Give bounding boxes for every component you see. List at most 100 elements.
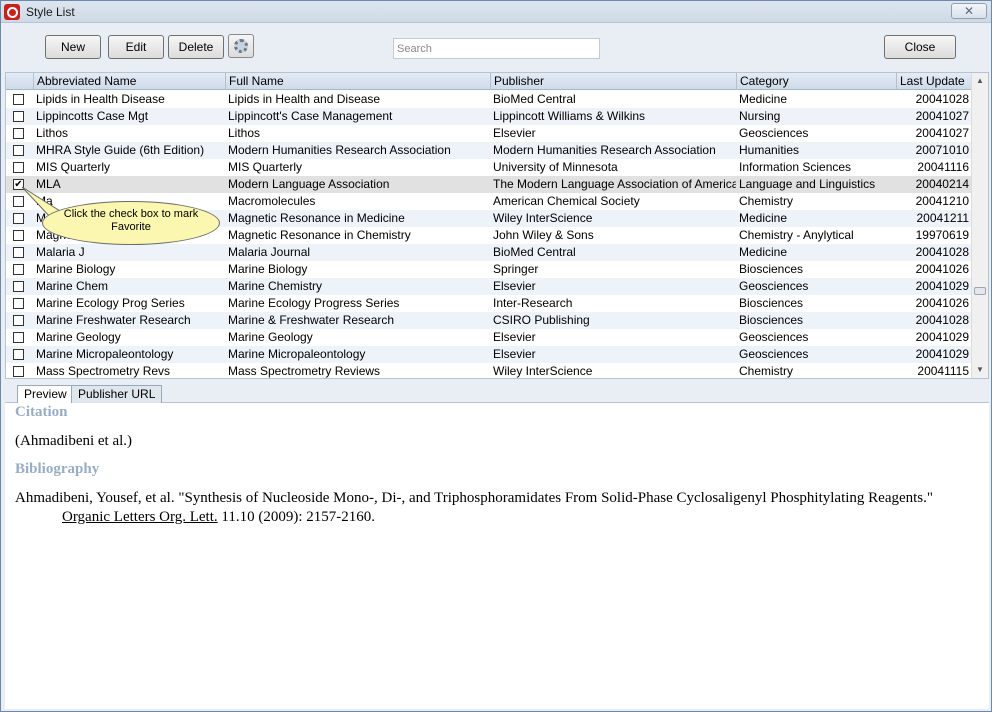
cell-category: Chemistry [739, 364, 794, 378]
favorite-checkbox[interactable] [13, 332, 24, 343]
citation-text: (Ahmadibeni et al.) [15, 433, 133, 449]
cell-full-name: Marine Biology [228, 262, 308, 276]
table-row[interactable]: Marine Chem Marine Chemistry Elsevier Geosc… [6, 278, 972, 295]
table-row[interactable]: Marine Freshwater Research Marine & Fresh… [6, 312, 972, 329]
window-close-button[interactable]: ✕ [951, 3, 987, 19]
cell-category: Biosciences [739, 262, 804, 276]
cell-category: Medicine [739, 245, 788, 259]
header-checkbox-column[interactable] [6, 73, 33, 90]
favorite-checkbox[interactable] [13, 298, 24, 309]
cell-full-name: Modern Humanities Research Association [228, 143, 451, 157]
citation-heading: Citation [15, 404, 68, 420]
bibliography-heading: Bibliography [15, 461, 100, 477]
cell-last-update: 20041026 [915, 296, 969, 310]
cell-category: Nursing [739, 109, 781, 123]
cell-publisher: Elsevier [493, 126, 536, 140]
cell-full-name: Marine Geology [228, 330, 313, 344]
preview-pane: Citation (Ahmadibeni et al.) Bibliograph… [5, 403, 989, 709]
cell-full-name: Magnetic Resonance in Medicine [228, 211, 405, 225]
cell-publisher: American Chemical Society [493, 194, 640, 208]
cell-abbreviated-name: Lippincotts Case Mgt [36, 109, 149, 123]
cell-category: Humanities [739, 143, 800, 157]
scroll-down-icon[interactable]: ▼ [972, 362, 988, 378]
cell-last-update: 20041029 [915, 330, 969, 344]
favorite-checkbox[interactable] [13, 162, 24, 173]
favorite-checkbox[interactable] [13, 264, 24, 275]
cell-last-update: 20040214 [915, 177, 969, 191]
cell-last-update: 20041026 [915, 262, 969, 276]
header-full-name[interactable]: Full Name [225, 73, 490, 90]
cell-last-update: 20041211 [916, 211, 970, 225]
delete-button[interactable]: Delete [168, 35, 224, 59]
favorite-checkbox[interactable] [13, 349, 24, 360]
favorite-tooltip: Click the check box to mark Favorite [42, 201, 220, 245]
table-row[interactable]: ✔ MLA Modern Language Association The Moder… [6, 176, 972, 193]
cell-publisher: University of Minnesota [493, 160, 618, 174]
app-logo-icon [4, 4, 20, 20]
bib-text-end: 11.10 (2009): 2157-2160. [217, 509, 376, 525]
favorite-checkbox[interactable] [13, 94, 24, 105]
favorite-checkbox[interactable] [13, 366, 24, 377]
cell-last-update: 20071010 [915, 143, 969, 157]
table-row[interactable]: Marine Ecology Prog Series Marine Ecology… [6, 295, 972, 312]
table-row[interactable]: Mass Spectrometry Revs Mass Spectrometry … [6, 363, 972, 378]
table-row[interactable]: MIS Quarterly MIS Quarterly University of … [6, 159, 972, 176]
edit-button[interactable]: Edit [108, 35, 164, 59]
close-button[interactable]: Close [884, 35, 956, 59]
cell-abbreviated-name: Marine Ecology Prog Series [36, 296, 185, 310]
cell-publisher: CSIRO Publishing [493, 313, 590, 327]
cell-last-update: 20041116 [917, 160, 969, 174]
table-row[interactable]: MHRA Style Guide (6th Edition) Modern Hum… [6, 142, 972, 159]
table-row[interactable]: Marine Micropaleontology Marine Micropale… [6, 346, 972, 363]
settings-button[interactable] [228, 34, 254, 58]
title-bar[interactable]: Style List ✕ [1, 1, 991, 23]
bib-text-main: Ahmadibeni, Yousef, et al. "Synthesis of… [15, 490, 934, 506]
header-publisher[interactable]: Publisher [490, 73, 736, 90]
style-list-window: Style List ✕ New Edit Delete Close Abbre… [0, 0, 992, 712]
new-button[interactable]: New [45, 35, 101, 59]
style-table: Abbreviated Name Full Name Publisher Cat… [5, 72, 989, 379]
tab-preview[interactable]: Preview [17, 385, 74, 404]
favorite-checkbox[interactable] [13, 281, 24, 292]
table-row[interactable]: Lipids in Health Disease Lipids in Health… [6, 91, 972, 108]
cell-full-name: Marine & Freshwater Research [228, 313, 395, 327]
cell-full-name: Marine Ecology Progress Series [228, 296, 400, 310]
favorite-checkbox[interactable] [13, 247, 24, 258]
cell-publisher: Lippincott Williams & Wilkins [493, 109, 646, 123]
favorite-checkbox[interactable] [13, 111, 24, 122]
cell-full-name: MIS Quarterly [228, 160, 303, 174]
cell-abbreviated-name: Malaria J [36, 245, 85, 259]
scroll-up-icon[interactable]: ▲ [972, 73, 988, 89]
cell-category: Geosciences [739, 330, 809, 344]
header-abbreviated-name[interactable]: Abbreviated Name [33, 73, 225, 90]
cell-category: Geosciences [739, 126, 809, 140]
tab-publisher-url[interactable]: Publisher URL [71, 385, 163, 403]
cell-abbreviated-name: Marine Geology [36, 330, 121, 344]
table-row[interactable]: Marine Biology Marine Biology Springer Bios… [6, 261, 972, 278]
cell-last-update: 20041027 [915, 126, 969, 140]
cell-publisher: Wiley InterScience [493, 364, 593, 378]
scroll-thumb[interactable] [974, 287, 986, 295]
cell-category: Information Sciences [739, 160, 852, 174]
header-category[interactable]: Category [736, 73, 896, 90]
cell-category: Geosciences [739, 279, 809, 293]
cell-abbreviated-name: Lipids in Health Disease [36, 92, 165, 106]
table-row[interactable]: Malaria J Malaria Journal BioMed Central Me… [6, 244, 972, 261]
search-input[interactable] [393, 38, 600, 59]
toolbar: New Edit Delete Close [5, 23, 989, 72]
table-row[interactable]: Marine Geology Marine Geology Elsevier Geos… [6, 329, 972, 346]
favorite-checkbox[interactable] [13, 145, 24, 156]
cell-publisher: John Wiley & Sons [493, 228, 594, 242]
favorite-checkbox[interactable] [13, 128, 24, 139]
favorite-checkbox[interactable] [13, 315, 24, 326]
cell-full-name: Lithos [228, 126, 261, 140]
cell-last-update: 20041027 [915, 109, 969, 123]
cell-publisher: Elsevier [493, 279, 536, 293]
vertical-scrollbar[interactable]: ▲ ▼ [971, 73, 988, 378]
favorite-checkbox[interactable] [13, 230, 24, 241]
header-last-update[interactable]: Last Update [896, 73, 972, 90]
table-row[interactable]: Lippincotts Case Mgt Lippincott's Case Ma… [6, 108, 972, 125]
cell-category: Medicine [739, 211, 788, 225]
table-row[interactable]: Lithos Lithos Elsevier Geosciences 20041027 [6, 125, 972, 142]
cell-publisher: The Modern Language Association of Ameri… [493, 177, 736, 191]
